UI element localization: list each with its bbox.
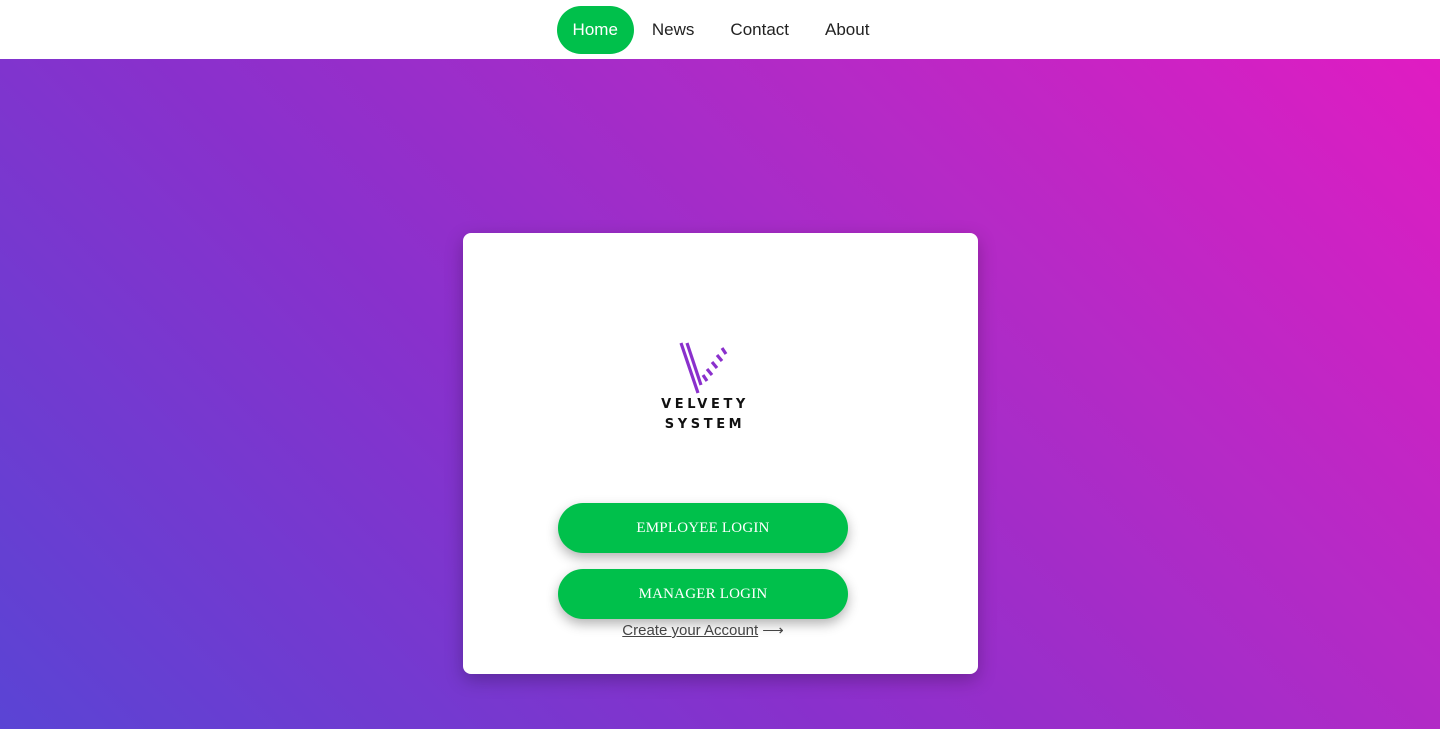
- manager-login-button[interactable]: MANAGER LOGIN: [558, 569, 848, 619]
- create-account-link[interactable]: Create your Account ⟶: [463, 621, 943, 639]
- velvety-v-logo-icon: [679, 342, 728, 394]
- top-navigation: Home News Contact About: [0, 0, 1440, 59]
- hero-background: VELVETY SYSTEM EMPLOYEE LOGIN MANAGER LO…: [0, 59, 1440, 729]
- create-account-label: Create your Account: [622, 622, 759, 639]
- nav-item-home[interactable]: Home: [556, 5, 634, 54]
- logo-text-line2: SYSTEM: [664, 417, 746, 432]
- nav-item-contact[interactable]: Contact: [712, 6, 807, 54]
- brand-logo: VELVETY SYSTEM: [653, 341, 753, 441]
- login-card: VELVETY SYSTEM EMPLOYEE LOGIN MANAGER LO…: [463, 233, 978, 674]
- nav-list: Home News Contact About: [556, 5, 888, 54]
- nav-item-news[interactable]: News: [634, 6, 713, 54]
- employee-login-button[interactable]: EMPLOYEE LOGIN: [558, 503, 848, 553]
- long-right-arrow-icon: ⟶: [762, 622, 784, 639]
- logo-text-line1: VELVETY: [661, 397, 749, 412]
- nav-item-about[interactable]: About: [807, 6, 887, 54]
